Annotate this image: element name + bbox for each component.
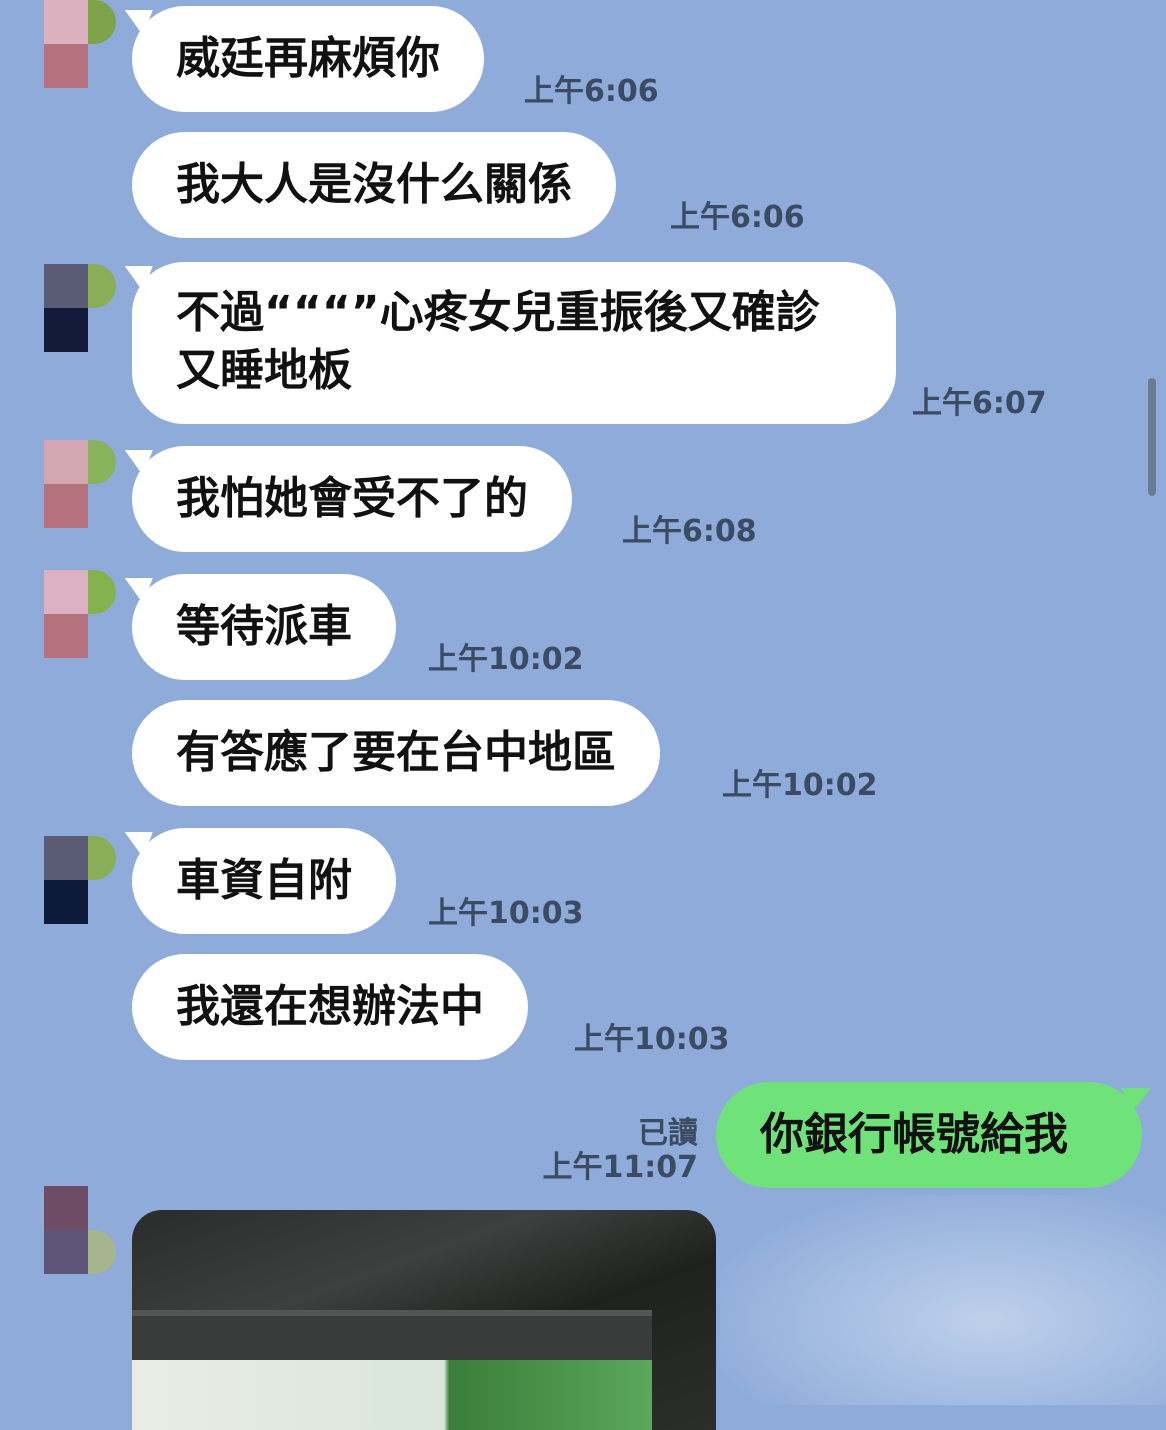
message-text: 不過“““”心疼女兒重振後又確診又睡地板 (176, 287, 820, 396)
message-time: 上午6:07 (912, 386, 1047, 421)
message-bubble[interactable]: 有答應了要在台中地區 (132, 700, 660, 806)
message-text: 威廷再麻煩你 (176, 33, 440, 84)
chat-thread: 威廷再麻煩你 上午6:06 我大人是沒什么關係 上午6:06 不過“““”心疼女… (0, 0, 1166, 1430)
sender-avatar[interactable] (44, 836, 116, 928)
message-time: 上午10:02 (722, 768, 878, 803)
message-text: 我還在想辦法中 (176, 981, 484, 1032)
scrollbar[interactable] (1148, 378, 1156, 496)
message-text: 等待派車 (176, 601, 352, 652)
message-time: 上午11:07 (542, 1150, 699, 1185)
sender-avatar[interactable] (44, 570, 116, 662)
message-time: 上午10:03 (574, 1022, 730, 1057)
message-bubble[interactable]: 威廷再麻煩你 (115, 6, 484, 112)
sender-avatar[interactable] (44, 1186, 116, 1278)
photo-message[interactable] (132, 1210, 716, 1430)
message-bubble[interactable]: 等待派車 (115, 574, 396, 680)
outgoing-message-bubble[interactable]: 你銀行帳號給我 (716, 1082, 1161, 1188)
sender-avatar[interactable] (44, 264, 116, 356)
message-text: 我怕她會受不了的 (176, 473, 528, 524)
message-text: 你銀行帳號給我 (760, 1109, 1068, 1160)
message-bubble[interactable]: 我大人是沒什么關係 (132, 132, 616, 238)
message-time: 上午6:08 (622, 514, 757, 549)
message-time: 上午10:02 (428, 642, 584, 677)
message-time: 上午6:06 (670, 200, 805, 235)
message-bubble[interactable]: 我還在想辦法中 (132, 954, 528, 1060)
message-time: 上午10:03 (428, 896, 584, 931)
message-bubble[interactable]: 我怕她會受不了的 (115, 446, 572, 552)
message-text: 車資自附 (176, 855, 352, 906)
sender-avatar[interactable] (44, 0, 116, 92)
message-bubble[interactable]: 不過“““”心疼女兒重振後又確診又睡地板 (115, 262, 896, 424)
message-time: 上午6:06 (524, 74, 659, 109)
message-text: 我大人是沒什么關係 (176, 159, 572, 210)
message-bubble[interactable]: 車資自附 (115, 828, 396, 934)
message-text: 有答應了要在台中地區 (176, 727, 616, 778)
sender-avatar[interactable] (44, 440, 116, 532)
